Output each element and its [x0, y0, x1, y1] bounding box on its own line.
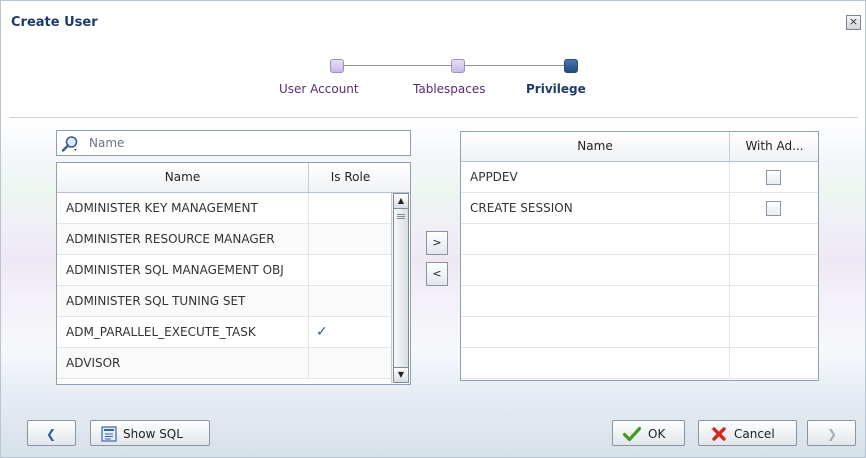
available-privileges-table: Name Is Role ADMINISTER KEY MANAGEMENT AD… — [56, 162, 411, 385]
table-row[interactable]: ADMINISTER SQL MANAGEMENT OBJ — [57, 255, 391, 286]
cancel-label: Cancel — [734, 427, 775, 441]
vertical-scrollbar[interactable]: ▲ ▼ — [391, 193, 409, 383]
is-role-cell — [308, 348, 392, 378]
table-row[interactable]: ADM_PARALLEL_EXECUTE_TASK ✓ — [57, 317, 391, 348]
privilege-name: ADMINISTER SQL TUNING SET — [66, 294, 246, 308]
train-stop-privilege — [564, 59, 578, 73]
privilege-name: APPDEV — [470, 170, 518, 184]
empty-row — [461, 224, 818, 255]
back-icon: ❮ — [46, 427, 57, 441]
move-selected-button[interactable]: > — [426, 231, 448, 255]
empty-row — [461, 317, 818, 348]
privilege-name: ADMINISTER RESOURCE MANAGER — [66, 232, 275, 246]
with-admin-checkbox[interactable] — [766, 170, 781, 185]
back-button[interactable]: ❮ — [27, 420, 76, 446]
next-button: ❯ — [807, 420, 856, 446]
column-header-name[interactable]: Name — [461, 132, 729, 161]
train-stop-user-account[interactable] — [330, 59, 344, 73]
search-icon[interactable] — [61, 135, 79, 153]
close-icon: × — [848, 15, 859, 28]
train-stop-tablespaces[interactable] — [451, 59, 465, 73]
show-sql-label: Show SQL — [123, 427, 183, 441]
privilege-name: ADVISOR — [66, 356, 121, 370]
train-label-privilege: Privilege — [526, 82, 586, 96]
privilege-name: ADMINISTER SQL MANAGEMENT OBJ — [66, 263, 284, 277]
close-button[interactable]: × — [846, 15, 861, 30]
ok-button[interactable]: OK — [612, 420, 685, 446]
with-admin-cell — [729, 286, 818, 316]
is-role-cell — [308, 286, 392, 316]
privilege-name: ADM_PARALLEL_EXECUTE_TASK — [66, 325, 256, 339]
header-divider — [9, 117, 858, 118]
role-check-icon: ✓ — [316, 324, 328, 340]
dialog-title: Create User — [11, 15, 98, 30]
column-header-with-admin[interactable]: With Ad... — [729, 132, 818, 161]
train-label-user-account[interactable]: User Account — [279, 82, 359, 96]
sql-document-icon — [101, 426, 117, 442]
table-row[interactable]: ADMINISTER KEY MANAGEMENT — [57, 193, 391, 224]
empty-row — [461, 286, 818, 317]
column-header-name[interactable]: Name — [57, 163, 308, 192]
is-role-cell: ✓ — [308, 317, 392, 347]
with-admin-cell — [729, 317, 818, 347]
is-role-cell — [308, 193, 392, 223]
privilege-name — [470, 255, 725, 285]
is-role-cell — [308, 224, 392, 254]
show-sql-button[interactable]: Show SQL — [90, 420, 210, 446]
train-label-tablespaces[interactable]: Tablespaces — [413, 82, 486, 96]
column-header-is-role[interactable]: Is Role — [308, 163, 392, 192]
empty-row — [461, 255, 818, 286]
create-user-dialog: Create User × User Account Tablespaces P… — [0, 0, 866, 458]
privilege-name — [470, 348, 725, 378]
with-admin-cell — [729, 255, 818, 285]
with-admin-cell — [729, 193, 818, 223]
table-row[interactable]: CREATE SESSION — [461, 193, 818, 224]
selected-privileges-table: Name With Ad... APPDEV CREATE SESSION — [460, 131, 819, 381]
scrollbar-thumb[interactable] — [393, 208, 409, 370]
is-role-cell — [308, 255, 392, 285]
with-admin-cell — [729, 224, 818, 254]
table-row[interactable]: ADMINISTER RESOURCE MANAGER — [57, 224, 391, 255]
with-admin-checkbox[interactable] — [766, 201, 781, 216]
scroll-up-button[interactable]: ▲ — [393, 193, 409, 209]
search-box[interactable] — [56, 130, 411, 156]
privilege-name — [470, 224, 725, 254]
remove-selected-button[interactable]: < — [426, 262, 448, 286]
cancel-x-icon — [712, 427, 726, 441]
cancel-button[interactable]: Cancel — [698, 420, 797, 446]
table-row[interactable]: ADVISOR — [57, 348, 391, 379]
train-connector — [463, 65, 566, 66]
ok-label: OK — [648, 427, 666, 441]
privilege-name: CREATE SESSION — [470, 201, 573, 215]
train-connector — [343, 65, 457, 66]
table-header: Name With Ad... — [461, 132, 818, 162]
empty-row — [461, 348, 818, 379]
with-admin-cell — [729, 348, 818, 378]
table-header: Name Is Role — [57, 163, 410, 193]
scroll-down-button[interactable]: ▼ — [393, 367, 409, 383]
search-input[interactable] — [87, 133, 406, 153]
table-row[interactable]: APPDEV — [461, 162, 818, 193]
privilege-name — [470, 286, 725, 316]
table-row[interactable]: ADMINISTER SQL TUNING SET — [57, 286, 391, 317]
next-icon: ❯ — [827, 427, 838, 441]
with-admin-cell — [729, 162, 818, 192]
privilege-name: ADMINISTER KEY MANAGEMENT — [66, 201, 258, 215]
privilege-name — [470, 317, 725, 347]
checkmark-icon — [623, 426, 641, 442]
